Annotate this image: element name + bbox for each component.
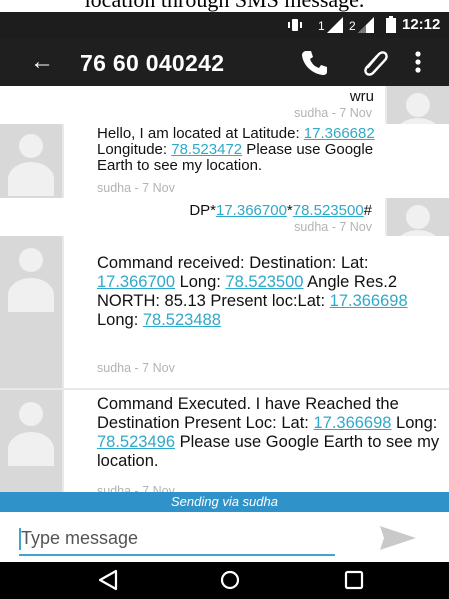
- back-arrow-icon[interactable]: ←: [30, 48, 54, 76]
- message-text: Command Executed. I have Reached the Des…: [97, 395, 442, 471]
- recents-square-icon[interactable]: [342, 568, 366, 592]
- message-input[interactable]: [19, 522, 335, 556]
- compose-bar: [0, 512, 449, 562]
- clock: 12:12: [402, 16, 441, 33]
- phone-icon[interactable]: [300, 48, 328, 76]
- message-text: DP*17.366700*78.523500#: [100, 203, 372, 219]
- coordinate-link[interactable]: 17.366698: [330, 292, 408, 310]
- message-text-segment: Long:: [97, 311, 143, 329]
- vibrate-icon: [288, 19, 302, 31]
- message-thread[interactable]: wru sudha - 7 Nov Hello, I am located at…: [0, 86, 449, 492]
- coordinate-link[interactable]: 78.523472: [171, 141, 242, 158]
- coordinate-link[interactable]: 17.366700: [97, 273, 175, 291]
- message-meta: sudha - 7 Nov: [294, 220, 372, 234]
- sim2-label: 2: [349, 19, 356, 33]
- message-text: Command received: Destination: Lat: 17.3…: [97, 254, 442, 330]
- coordinate-link[interactable]: 78.523496: [97, 433, 175, 451]
- app-bar: ← 76 60 040242: [0, 38, 449, 86]
- battery-icon: [386, 16, 396, 33]
- message-text: wru: [250, 89, 374, 105]
- signal-strength-icon: [327, 17, 343, 33]
- avatar: [0, 390, 62, 492]
- message-meta: sudha - 7 Nov: [294, 106, 372, 120]
- message-text-segment: #: [363, 202, 372, 219]
- message-text-segment: DP*: [189, 202, 216, 219]
- avatar: [0, 124, 62, 198]
- message-meta: sudha - 7 Nov: [97, 484, 175, 492]
- overflow-menu-icon[interactable]: [414, 48, 422, 76]
- contact-number-title: 76 60 040242: [80, 50, 225, 76]
- sim1-label: 1: [318, 19, 325, 33]
- message-text-segment: Longitude:: [97, 141, 172, 158]
- message-text-segment: Long:: [175, 273, 226, 291]
- signal-strength-icon-2: [358, 17, 374, 33]
- avatar: [387, 86, 449, 124]
- message-text: Hello, I am located at Latitude: 17.3666…: [97, 126, 397, 174]
- text-cursor: [19, 528, 21, 550]
- paperclip-icon[interactable]: [360, 47, 390, 77]
- coordinate-link[interactable]: 17.366682: [304, 125, 375, 142]
- home-circle-icon[interactable]: [218, 568, 242, 592]
- send-icon[interactable]: [380, 526, 416, 550]
- sending-banner: Sending via sudha: [0, 492, 449, 512]
- navigation-bar: [0, 562, 449, 599]
- coordinate-link[interactable]: 17.366700: [216, 202, 287, 219]
- avatar: [0, 236, 62, 388]
- back-triangle-icon[interactable]: [96, 568, 120, 592]
- message-text-segment: Hello, I am located at Latitude:: [97, 125, 304, 142]
- message-text-segment: Long:: [391, 414, 438, 432]
- message-text-segment: Command received: Destination: Lat:: [97, 254, 369, 272]
- status-bar: 1 2 12:12: [0, 12, 449, 38]
- coordinate-link[interactable]: 78.523500: [225, 273, 303, 291]
- avatar: [387, 198, 449, 236]
- coordinate-link[interactable]: 78.523488: [143, 311, 221, 329]
- message-text-segment: wru: [349, 88, 374, 105]
- coordinate-link[interactable]: 17.366698: [313, 414, 391, 432]
- message-meta: sudha - 7 Nov: [97, 361, 175, 375]
- coordinate-link[interactable]: 78.523500: [293, 202, 364, 219]
- message-meta: sudha - 7 Nov: [97, 181, 175, 195]
